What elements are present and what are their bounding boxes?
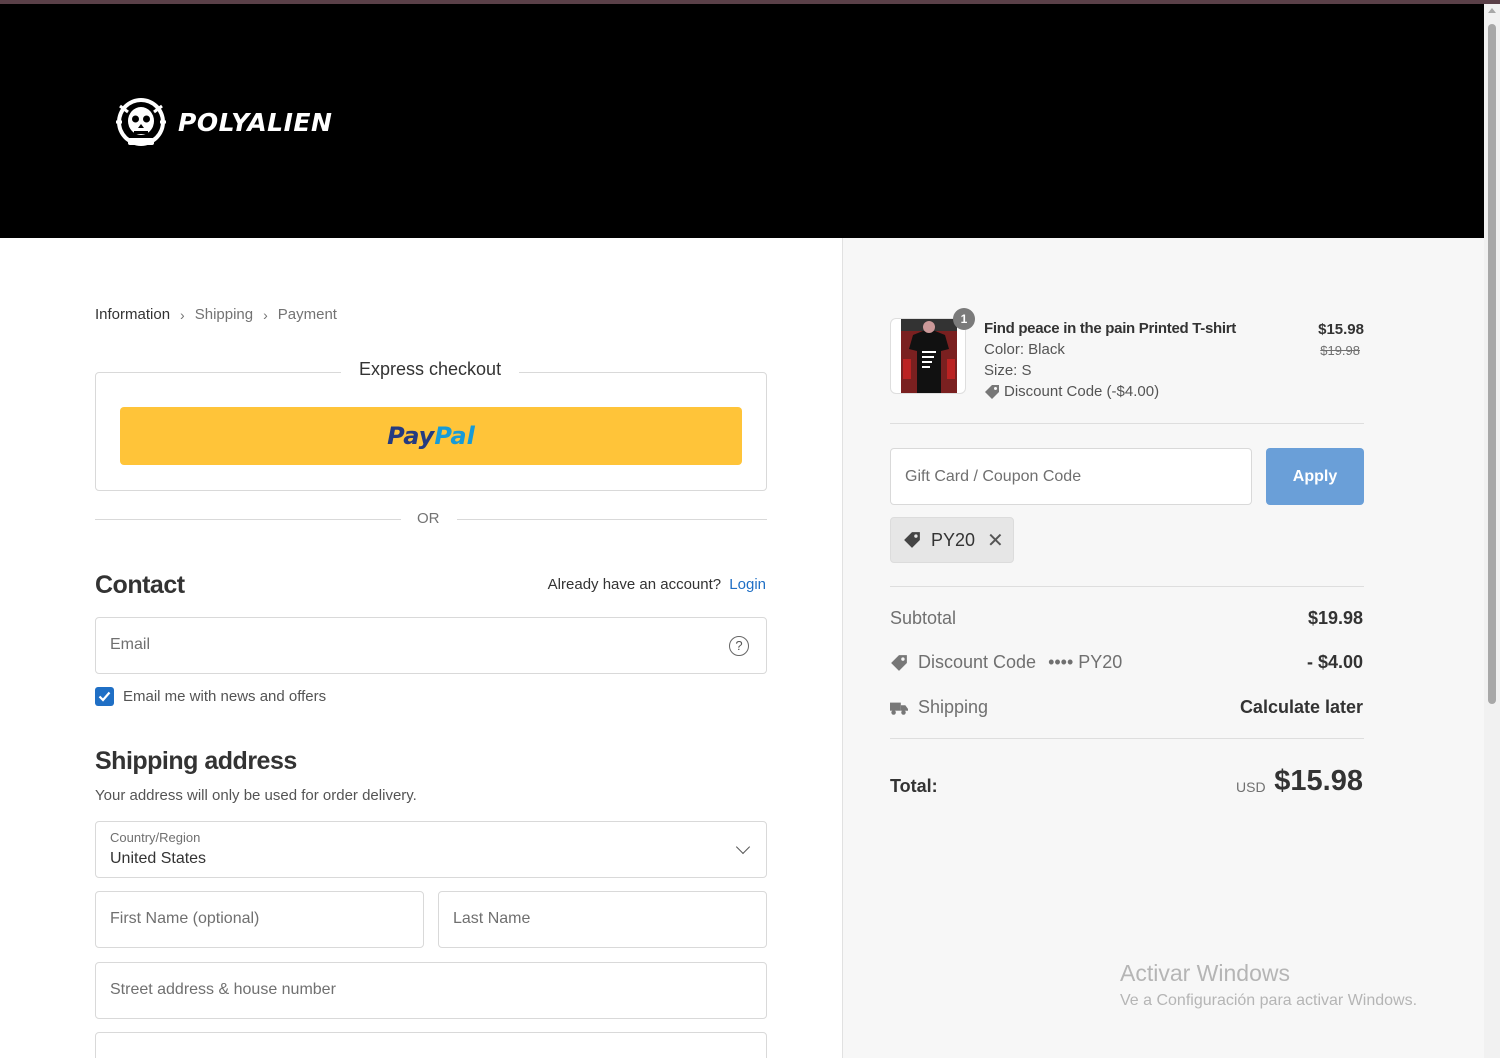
paypal-logo-pal: Pal [434, 422, 475, 450]
quantity-badge: 1 [953, 308, 975, 330]
applied-coupon-code: PY20 [931, 529, 976, 550]
scrollbar-thumb[interactable] [1488, 24, 1496, 704]
coupon-input[interactable]: Gift Card / Coupon Code [890, 448, 1252, 505]
product-discount: Discount Code (-$4.00) [984, 383, 1159, 400]
express-checkout-title: Express checkout [341, 359, 520, 380]
shipping-row-label: Shipping [890, 697, 988, 718]
account-prompt: Already have an account? Login [548, 576, 766, 593]
newsletter-checkbox[interactable] [95, 687, 114, 706]
chevron-down-icon [735, 839, 751, 855]
express-checkout: Express checkout Pay Pal [95, 359, 767, 491]
product-original-price: $19.98 [1320, 343, 1360, 358]
site-header: POLYALIEN [0, 4, 1484, 238]
email-placeholder: Email [110, 636, 151, 653]
or-text: OR [417, 510, 440, 527]
total-currency: USD [1236, 779, 1266, 795]
tag-icon [904, 532, 920, 548]
country-select[interactable]: Country/Region United States [95, 821, 767, 878]
first-name-placeholder: First Name (optional) [110, 910, 260, 927]
product-size: Size: S [984, 362, 1032, 379]
brand-logo[interactable]: POLYALIEN [110, 94, 332, 150]
country-label: Country/Region [110, 830, 201, 845]
applied-coupon-chip: PY20 ✕ [890, 517, 1014, 563]
coupon-placeholder: Gift Card / Coupon Code [905, 468, 1082, 485]
chevron-right-icon: › [263, 306, 268, 323]
divider [890, 423, 1364, 424]
breadcrumb-information[interactable]: Information [95, 306, 170, 323]
tshirt-photo-icon [901, 319, 957, 393]
total-amount: $15.98 [1274, 765, 1363, 797]
country-value: United States [110, 850, 207, 867]
breadcrumb-shipping[interactable]: Shipping [195, 306, 253, 323]
account-prompt-text: Already have an account? [547, 576, 722, 593]
street-address-field[interactable]: Street address & house number [95, 962, 767, 1019]
subtotal-label: Subtotal [890, 608, 956, 629]
help-circle-icon[interactable]: ? [729, 636, 749, 656]
subtotal-value: $19.98 [1307, 608, 1363, 628]
windows-activation-subtitle: Ve a Configuración para activar Windows. [1120, 992, 1418, 1009]
divider-line [95, 519, 401, 520]
remove-coupon-icon[interactable]: ✕ [987, 528, 1004, 553]
discount-row-label: Discount Code •••• PY20 [890, 652, 1122, 673]
total-label: Total: [890, 776, 938, 796]
order-summary: 1 Find peace in the pain Printed T-shirt… [842, 238, 1484, 1058]
shipping-address-subtitle: Your address will only be used for order… [95, 787, 417, 804]
product-name: Find peace in the pain Printed T-shirt [984, 320, 1236, 337]
last-name-field[interactable]: Last Name [438, 891, 767, 948]
discount-code-text: •••• PY20 [1048, 652, 1123, 672]
apply-button[interactable]: Apply [1266, 448, 1364, 505]
discount-value: - $4.00 [1306, 652, 1363, 672]
or-divider: OR [95, 510, 767, 530]
checkmark-icon [98, 691, 111, 702]
chevron-right-icon: › [180, 306, 185, 323]
scroll-up-icon[interactable] [1488, 8, 1496, 13]
divider [890, 586, 1364, 587]
windows-activation-title: Activar Windows [1120, 960, 1290, 986]
paypal-logo-pay: Pay [387, 422, 435, 450]
breadcrumb-payment[interactable]: Payment [278, 306, 337, 323]
login-link[interactable]: Login [729, 576, 766, 593]
shipping-label-text: Shipping [918, 697, 989, 717]
apartment-field[interactable] [95, 1032, 767, 1058]
breadcrumb: Information › Shipping › Payment [95, 306, 337, 323]
product-price: $15.98 [1318, 321, 1364, 338]
tag-icon [985, 384, 999, 399]
newsletter-label: Email me with news and offers [123, 688, 327, 705]
paypal-button[interactable]: Pay Pal [120, 407, 742, 465]
email-field[interactable]: Email ? [95, 617, 767, 674]
checkout-main: Information › Shipping › Payment Express… [0, 238, 842, 1058]
shipping-address-title: Shipping address [95, 747, 297, 775]
shipping-value: Calculate later [1239, 697, 1363, 717]
tag-icon [891, 654, 907, 671]
page-scrollbar[interactable] [1484, 4, 1500, 1058]
contact-title: Contact [95, 571, 185, 599]
street-placeholder: Street address & house number [110, 981, 336, 998]
divider [890, 738, 1364, 739]
divider-line [457, 519, 767, 520]
first-name-field[interactable]: First Name (optional) [95, 891, 424, 948]
product-color: Color: Black [984, 341, 1065, 358]
product-image [890, 318, 966, 394]
discount-label-text: Discount Code [918, 652, 1037, 672]
subtotal-label-text: Subtotal [890, 608, 957, 628]
newsletter-option[interactable]: Email me with news and offers [95, 687, 326, 706]
product-discount-text: Discount Code (-$4.00) [1004, 383, 1160, 400]
last-name-placeholder: Last Name [453, 910, 531, 927]
skull-logo-icon [116, 98, 166, 146]
truck-icon [890, 702, 908, 715]
brand-name: POLYALIEN [178, 107, 333, 137]
